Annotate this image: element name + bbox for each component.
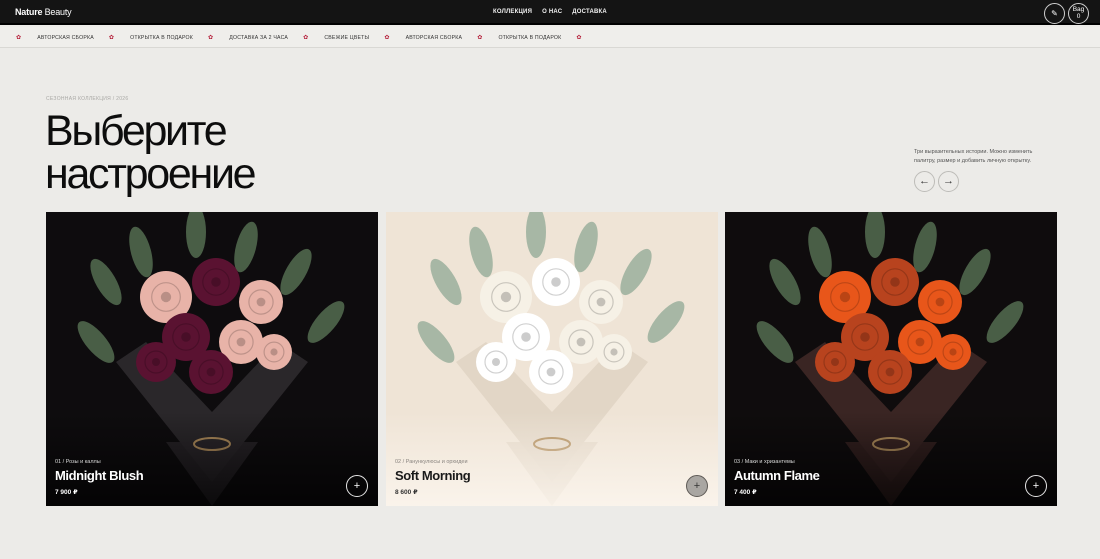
ticker-bar: ✿ АВТОРСКАЯ СБОРКА ✿ ОТКРЫТКА В ПОДАРОК ✿ Д… [0,27,1100,48]
add-to-cart-button[interactable]: + [1025,475,1047,497]
product-card[interactable]: 02 / Ранункулюсы и орхидеи Soft Morning … [386,212,718,506]
bag-count: 0 [1076,13,1081,20]
prev-button[interactable]: ← [914,171,935,192]
ticker-item: ✿ ОТКРЫТКА В ПОДАРОК [477,34,562,42]
product-price: 7 400 ₽ [734,489,757,496]
product-card[interactable]: 03 / Маки и хризантемы Autumn Flame 7 40… [725,212,1057,506]
plus-icon: + [693,480,701,492]
nav-delivery[interactable]: ДОСТАВКА [572,9,607,15]
edit-button[interactable]: ✎ [1044,3,1065,24]
arrow-right-icon: → [943,175,954,187]
flower-icon: ✿ [303,35,309,41]
top-bar: Nature Beauty КОЛЛЕКЦИЯ О НАС ДОСТАВКА ✎… [0,0,1100,25]
add-to-cart-button[interactable]: + [346,475,368,497]
flower-icon: ✿ [108,35,115,41]
ticker-item: ✿ СВЕЖИЕ ЦВЕТЫ [303,34,370,42]
flower-icon: ✿ [208,35,214,41]
product-meta: 02 / Ранункулюсы и орхидеи [395,459,468,465]
arrow-left-icon: ← [919,175,930,187]
flower-icon: ✿ [16,35,22,41]
product-card[interactable]: 01 / Розы и каллы Midnight Blush 7 900 ₽… [46,212,378,506]
plus-icon: + [353,480,361,492]
flower-icon: ✿ [384,35,390,41]
bag-button[interactable]: Bag 0 [1068,3,1089,24]
main-nav: КОЛЛЕКЦИЯ О НАС ДОСТАВКА [0,9,1100,15]
ticker-item: ✿ АВТОРСКАЯ СБОРКА [16,34,94,42]
product-price: 8 600 ₽ [395,489,418,496]
add-to-cart-button[interactable]: + [686,475,708,497]
next-button[interactable]: → [938,171,959,192]
eyebrow-label: СЕЗОННАЯ КОЛЛЕКЦИЯ / 2026 [46,96,129,102]
nav-about[interactable]: О НАС [542,9,562,15]
bag-label: Bag [1072,6,1085,13]
hero-description: Три выразительных истории. Можно изменит… [914,149,1033,164]
ticker-item: ✿ АВТОРСКАЯ СБОРКА [384,34,463,42]
page-title: Выберите настроение [45,107,257,198]
ticker-item: ✿ ДОСТАВКА ЗА 2 ЧАСА [208,34,289,42]
ticker-item: ✿ ОТКРЫТКА В ПОДАРОК [108,34,194,42]
plus-icon: + [1032,480,1040,492]
flower-icon: ✿ [576,35,582,41]
product-name: Soft Morning [395,468,471,483]
product-name: Autumn Flame [734,468,820,483]
ticker-item: ✿ [576,34,597,41]
nav-collection[interactable]: КОЛЛЕКЦИЯ [493,9,532,15]
product-meta: 03 / Маки и хризантемы [734,459,795,465]
product-price: 7 900 ₽ [55,489,78,496]
product-name: Midnight Blush [55,468,144,483]
product-meta: 01 / Розы и каллы [55,459,101,465]
flower-icon: ✿ [477,35,483,41]
edit-icon: ✎ [1051,9,1058,18]
